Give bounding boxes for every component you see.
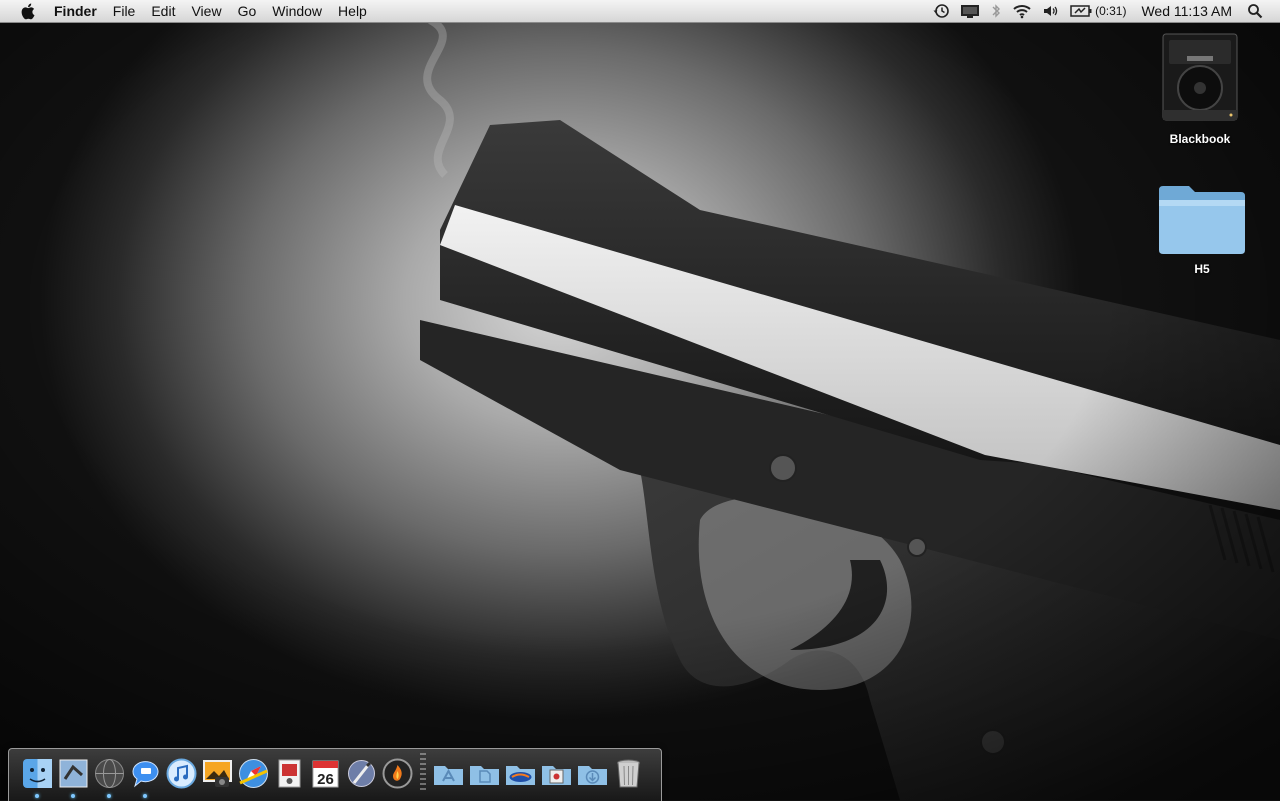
desktop-wallpaper — [0, 0, 1280, 800]
battery-icon[interactable]: (0:31) — [1065, 0, 1131, 22]
hard-drive-icon — [1162, 33, 1238, 121]
finder-icon[interactable] — [21, 757, 54, 798]
gators-folder-stack-icon[interactable] — [504, 757, 537, 790]
documents-stack-icon[interactable] — [468, 757, 501, 790]
running-indicator — [107, 793, 111, 798]
wifi-icon[interactable] — [1007, 0, 1037, 22]
menubar-clock[interactable]: Wed 11:13 AM — [1131, 3, 1242, 19]
desktop-icon-h5[interactable]: H5 — [1152, 182, 1252, 276]
downloads-stack-icon[interactable] — [576, 757, 609, 790]
applications-stack-icon[interactable] — [432, 757, 465, 790]
desktop-icon-label: H5 — [1194, 262, 1210, 276]
apple-menu-icon[interactable] — [16, 0, 38, 22]
menu-app-name[interactable]: Finder — [46, 0, 105, 22]
running-indicator — [143, 793, 147, 798]
network-icon[interactable] — [93, 757, 126, 798]
menu-window[interactable]: Window — [264, 0, 330, 22]
volume-icon[interactable] — [1037, 0, 1065, 22]
running-indicator — [71, 793, 75, 798]
burn-icon[interactable] — [381, 757, 414, 790]
bluetooth-icon[interactable] — [985, 0, 1007, 22]
menu-edit[interactable]: Edit — [143, 0, 183, 22]
display-icon[interactable] — [955, 0, 985, 22]
script-editor-icon[interactable] — [345, 757, 378, 790]
folder-icon — [1159, 186, 1245, 254]
spotlight-icon[interactable] — [1242, 0, 1268, 22]
itunes-icon[interactable] — [165, 757, 198, 790]
menu-go[interactable]: Go — [230, 0, 265, 22]
preview-icon[interactable] — [273, 757, 306, 790]
iphoto-icon[interactable] — [201, 757, 234, 790]
desktop-icon-label: Blackbook — [1169, 132, 1231, 146]
trash-icon[interactable] — [612, 757, 645, 790]
menu-help[interactable]: Help — [330, 0, 375, 22]
menu-view[interactable]: View — [183, 0, 229, 22]
dock-separator — [420, 753, 426, 793]
utilities-stack-icon[interactable] — [540, 757, 573, 790]
ichat-icon[interactable] — [129, 757, 162, 798]
menu-bar: Finder File Edit View Go Window Help (0:… — [0, 0, 1280, 23]
safari-icon[interactable] — [237, 757, 270, 790]
calendar-day-label: 26 — [317, 771, 334, 788]
menu-file[interactable]: File — [105, 0, 144, 22]
dock: 26 — [8, 748, 662, 801]
desktop-icon-blackbook[interactable]: Blackbook — [1150, 32, 1250, 146]
pistol-wallpaper-image — [0, 0, 1280, 800]
mail-icon[interactable] — [57, 757, 90, 798]
battery-time-label: (0:31) — [1095, 4, 1127, 18]
ical-icon[interactable]: 26 — [309, 757, 342, 790]
time-machine-icon[interactable] — [927, 0, 955, 22]
running-indicator — [35, 793, 39, 798]
